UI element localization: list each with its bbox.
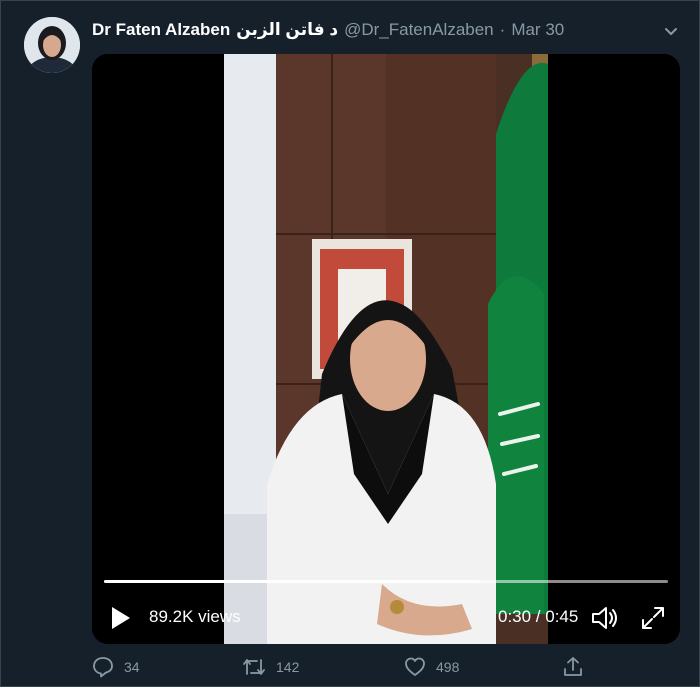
chevron-down-icon[interactable] [660,20,682,42]
share-icon [564,657,582,676]
like-button[interactable]: 498 [404,654,459,680]
video-player[interactable]: 89.2K views 0:30 / 0:45 [92,54,680,644]
video-progress-bar[interactable] [104,580,668,583]
tweet-header: Dr Faten Alzaben د فاتن الزبن @Dr_FatenA… [92,18,564,42]
video-time: 0:30 / 0:45 [498,607,579,626]
share-button[interactable] [562,654,594,680]
separator-dot: · [499,20,506,39]
video-controls: 89.2K views 0:30 / 0:45 [92,598,680,634]
like-count: 498 [436,659,460,675]
tweet-actions: 34 142 498 [92,654,692,680]
reply-button[interactable]: 34 [92,654,140,680]
fullscreen-icon[interactable] [640,605,666,631]
video-frame [92,54,680,644]
retweet-count: 142 [276,659,300,675]
retweet-button[interactable]: 142 [242,654,299,680]
play-icon[interactable] [110,606,132,630]
reply-icon [93,657,113,678]
video-progress-fill [104,580,481,583]
display-name[interactable]: Dr Faten Alzaben [92,20,230,40]
like-icon [405,657,425,676]
volume-icon[interactable] [590,604,620,632]
view-count: 89.2K views [149,607,241,626]
tweet-date[interactable]: Mar 30 [511,20,564,40]
reply-count: 34 [124,659,140,675]
retweet-icon [243,659,265,675]
display-name-arabic[interactable]: د فاتن الزبن [236,20,338,40]
user-handle[interactable]: @Dr_FatenAlzaben [344,20,494,40]
avatar[interactable] [24,17,80,73]
